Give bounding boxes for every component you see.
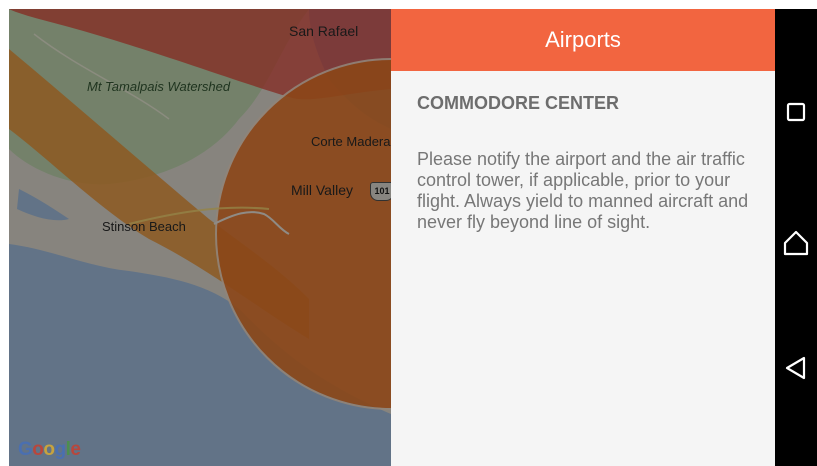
- back-button[interactable]: [775, 348, 817, 388]
- home-button[interactable]: [775, 223, 817, 263]
- recents-icon: [786, 102, 806, 122]
- map-view[interactable]: San Rafael Mt Tamalpais Watershed Corte …: [9, 9, 391, 466]
- airport-info-panel: Airports COMMODORE CENTER Please notify …: [391, 9, 775, 466]
- google-logo: Google: [18, 439, 81, 460]
- airport-notice-text: Please notify the airport and the air tr…: [417, 149, 749, 232]
- map-dim-overlay: [9, 9, 391, 466]
- back-icon: [785, 356, 806, 380]
- panel-title: Airports: [545, 27, 621, 52]
- home-icon: [783, 230, 809, 256]
- device-screen: San Rafael Mt Tamalpais Watershed Corte …: [9, 9, 817, 466]
- recents-button[interactable]: [775, 92, 817, 132]
- android-nav-bar: [775, 9, 817, 466]
- airport-name: COMMODORE CENTER: [417, 93, 619, 113]
- panel-header: Airports: [391, 9, 775, 71]
